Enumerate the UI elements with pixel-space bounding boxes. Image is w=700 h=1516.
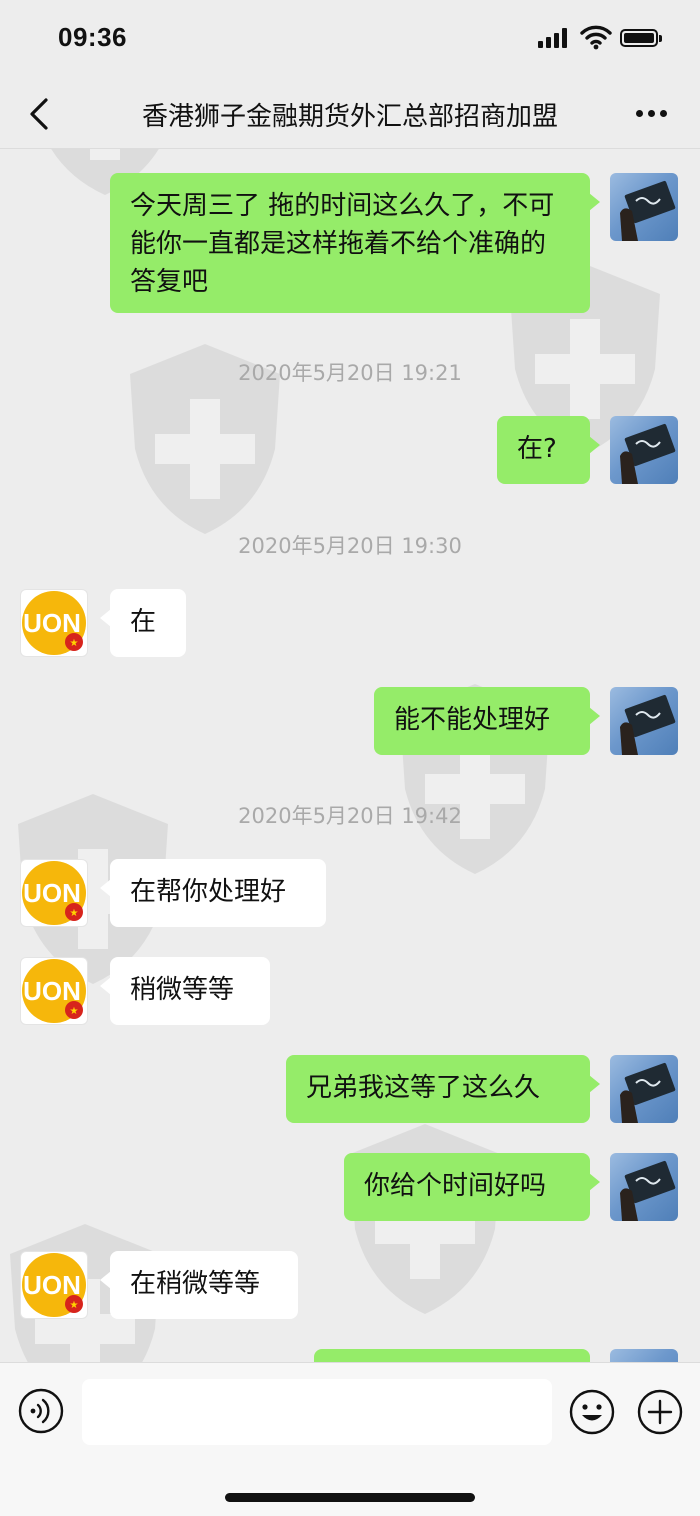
my-message-bubble[interactable]: 今天周三了 拖的时间这么久了，不可能你一直都是这样拖着不给个准确的答复吧 [110, 173, 600, 313]
status-bar: 09:36 [0, 0, 700, 80]
contact-message-bubble[interactable]: 稍微等等 [100, 957, 270, 1025]
my-message-bubble[interactable]: 你给个时间好吗 [344, 1153, 600, 1221]
svg-text:★: ★ [70, 1300, 79, 1311]
plus-icon[interactable] [636, 1388, 684, 1436]
contact-avatar[interactable]: UON ★ [20, 859, 88, 927]
status-time: 09:36 [58, 22, 127, 52]
avatar-logo-icon: UON★ [22, 861, 86, 925]
chat-header: 香港狮子金融期货外汇总部招商加盟 [0, 80, 700, 149]
avatar-logo-icon: UON★ [22, 591, 86, 655]
avatar-image-icon [620, 180, 676, 241]
wifi-icon [580, 25, 612, 50]
input-bar [0, 1362, 700, 1516]
contact-avatar[interactable]: UON ★ [20, 1251, 88, 1319]
my-avatar[interactable] [610, 687, 678, 755]
battery-icon [620, 29, 662, 47]
contact-avatar[interactable]: UON ★ [20, 957, 88, 1025]
my-message-bubble[interactable]: 能不能处理好 [374, 687, 600, 755]
more-button[interactable] [632, 98, 672, 128]
contact-message-bubble[interactable]: 在帮你处理好 [100, 859, 326, 927]
avatar-image-icon [620, 423, 676, 484]
my-avatar[interactable] [610, 1055, 678, 1123]
svg-text:★: ★ [70, 1006, 79, 1017]
avatar-image-icon [620, 694, 676, 755]
avatar-image-icon [620, 1062, 676, 1123]
contact-message-bubble[interactable]: 在稍微等等 [100, 1251, 298, 1319]
svg-text:★: ★ [70, 638, 79, 649]
my-message-bubble[interactable] [314, 1349, 590, 1362]
message-list[interactable]: 今天周三了 拖的时间这么久了，不可能你一直都是这样拖着不给个准确的答复吧 202… [0, 149, 700, 1362]
back-button[interactable] [22, 94, 58, 134]
timestamp: 2020年5月20日 19:42 [238, 804, 462, 828]
my-message-bubble[interactable]: 兄弟我这等了这么久 [286, 1055, 600, 1123]
my-avatar[interactable] [610, 173, 678, 241]
my-message-bubble[interactable]: 在? [497, 416, 600, 484]
message-input[interactable] [82, 1379, 552, 1445]
cellular-signal-icon [538, 28, 572, 48]
avatar-logo-icon: UON★ [22, 1253, 86, 1317]
avatar-logo-icon: UON★ [22, 959, 86, 1023]
contact-message-bubble[interactable]: 在 [100, 589, 186, 657]
contact-avatar[interactable]: UON ★ [20, 589, 88, 657]
my-avatar[interactable] [610, 1349, 678, 1362]
emoji-icon[interactable] [568, 1388, 616, 1436]
my-avatar[interactable] [610, 416, 678, 484]
voice-icon[interactable] [18, 1388, 64, 1434]
chat-title: 香港狮子金融期货外汇总部招商加盟 [141, 102, 558, 132]
timestamp: 2020年5月20日 19:30 [238, 534, 462, 558]
more-icon [636, 110, 643, 117]
my-avatar[interactable] [610, 1153, 678, 1221]
back-icon [30, 98, 48, 130]
timestamp: 2020年5月20日 19:21 [238, 361, 462, 385]
svg-text:★: ★ [70, 908, 79, 919]
home-indicator [225, 1493, 475, 1502]
avatar-image-icon [620, 1160, 676, 1221]
